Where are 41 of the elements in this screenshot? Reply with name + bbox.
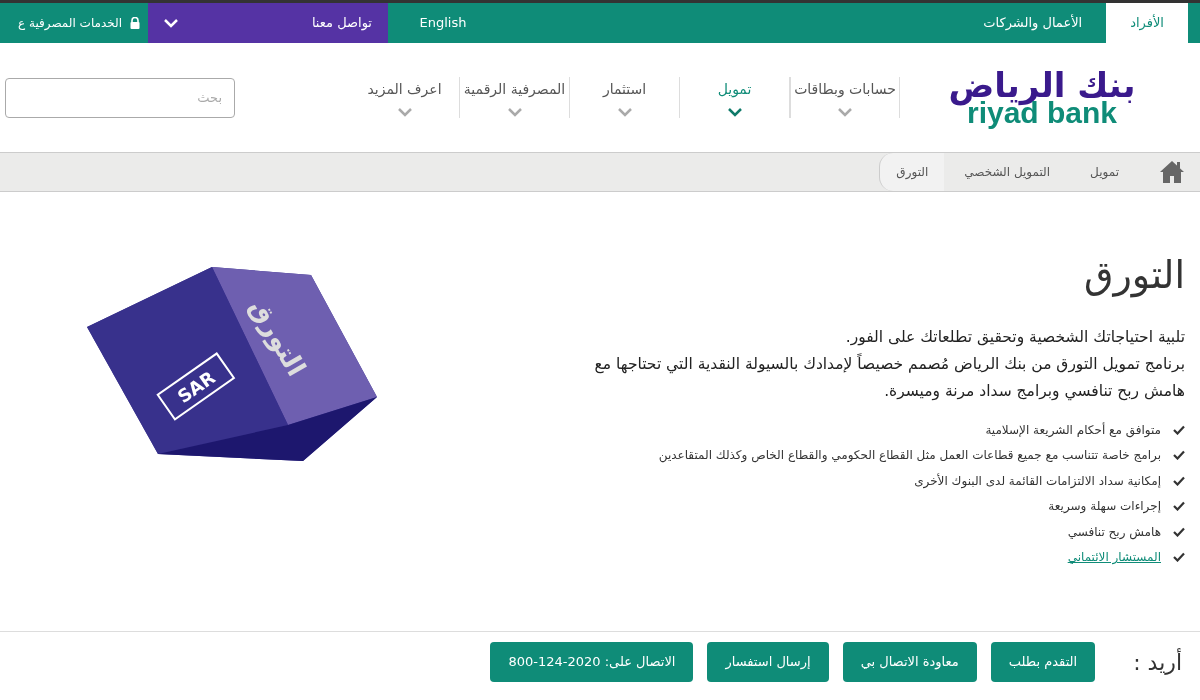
chevron-down-icon [397, 107, 412, 117]
top-tab[interactable]: الأعمال والشركات [959, 3, 1107, 43]
nav-item[interactable]: استثمار [570, 77, 680, 118]
breadcrumb-link[interactable]: التمويل الشخصي [944, 163, 1071, 181]
action-button[interactable]: التقدم بطلب [990, 642, 1096, 682]
nav-item[interactable]: حسابات وبطاقات [790, 77, 900, 118]
action-label: أريد : [1133, 647, 1182, 677]
intro-paragraph: برنامج تمويل التورق من بنك الرياض مُصمم خصيصاً لإمدادك بالسيولة النقدية التي تحتاجها مع هامش ربح تنافسي وبرامج سداد مرنة وميسرة. [593, 352, 1185, 403]
feature-text: هامش ربح تنافسي [1067, 523, 1161, 541]
breadcrumb-link[interactable]: تمويل [1070, 163, 1139, 181]
chevron-down-icon [507, 107, 522, 117]
feature-text: إمكانية سداد الالتزامات القائمة لدى البنوك الأخرى [914, 472, 1161, 490]
online-banking-button[interactable]: الخدمات المصرفية ع [0, 3, 148, 43]
search-field[interactable]: بحث [5, 77, 235, 118]
advisor-link[interactable]: المستشار الائتماني [1067, 548, 1161, 567]
top-tab[interactable]: الأفراد [1106, 3, 1188, 43]
chevron-down-icon [617, 107, 632, 117]
chevron-down-icon [838, 107, 852, 117]
action-button[interactable]: معاودة الاتصال بي [842, 642, 977, 682]
checkmark-icon [1173, 552, 1185, 563]
feature-text: برامج خاصة تتناسب مع جميع قطاعات العمل مثل القطاع الحكومي والقطاع الخاص وكذلك المتقاعدين [658, 447, 1161, 465]
action-button[interactable]: الاتصال على: 2020-124-800 [490, 642, 694, 682]
breadcrumb-link[interactable]: التورق [879, 153, 945, 191]
nav-item[interactable]: المصرفية الرقمية [460, 77, 570, 118]
page-title: التورق [1082, 252, 1185, 300]
checkmark-icon [1173, 475, 1185, 486]
feature-text: متوافق مع أحكام الشريعة الإسلامية [985, 421, 1161, 439]
contact-dropdown[interactable]: تواصل معنا [148, 3, 388, 43]
chevron-down-icon [727, 107, 742, 117]
action-button[interactable]: إرسال استفسار [707, 642, 829, 682]
checkmark-icon [1173, 450, 1185, 461]
nav-item[interactable]: اعرف المزيد [350, 77, 460, 118]
home-icon[interactable] [1159, 160, 1185, 184]
checkmark-icon [1173, 526, 1185, 537]
lock-icon [130, 17, 140, 29]
chevron-down-icon [164, 18, 178, 28]
intro-paragraph: تلبية احتياجاتك الشخصية وتحقيق تطلعاتك على الفور. [844, 327, 1185, 349]
checkmark-icon [1173, 424, 1185, 435]
feature-text: إجراءات سهلة وسريعة [1048, 498, 1161, 516]
checkmark-icon [1173, 501, 1185, 512]
nav-item[interactable]: تمويل [680, 77, 790, 118]
